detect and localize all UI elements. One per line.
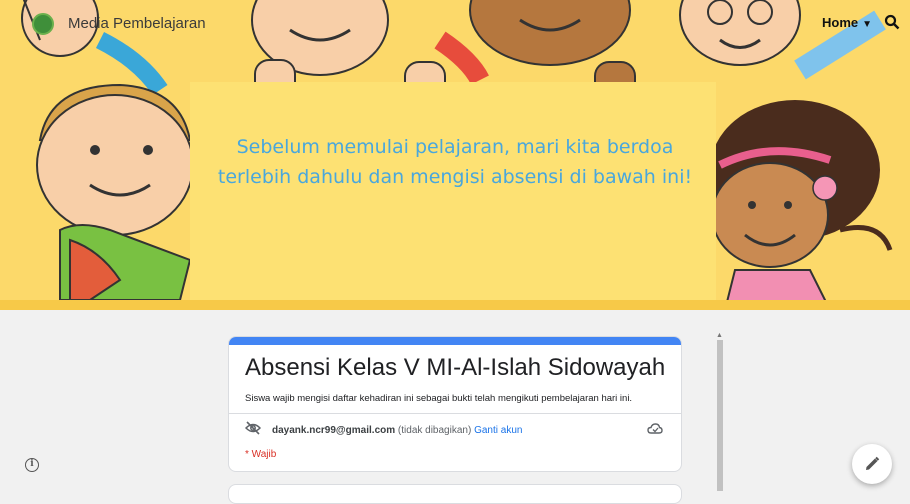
edit-pencil-icon <box>866 456 880 470</box>
scroll-up-arrow-icon[interactable]: ▲ <box>716 332 723 339</box>
message-panel <box>190 82 716 304</box>
cloud-save-icon <box>647 423 663 434</box>
nav-home-menu[interactable]: Home ▼ <box>822 15 872 30</box>
required-note: * Wajib <box>245 449 277 460</box>
chevron-down-icon: ▼ <box>862 19 873 30</box>
nav-home-label: Home <box>822 15 859 30</box>
form-description: Siswa wajib mengisi daftar kehadiran ini… <box>245 393 633 404</box>
kid-right-girl <box>681 100 893 310</box>
form-title: Absensi Kelas V MI-Al-Islah Sidowayah <box>245 354 666 381</box>
account-line: dayank.ncr99@gmail.com (tidak dibagikan)… <box>272 425 522 436</box>
account-email: dayank.ncr99@gmail.com <box>272 425 396 436</box>
top-navigation: Media Pembelajaran Home ▼ <box>0 0 910 44</box>
next-question-card <box>228 484 682 504</box>
kid-left-boy <box>36 83 212 301</box>
info-icon[interactable]: i <box>25 458 39 472</box>
header-banner: Sebelum memulai pelajaran, mari kita ber… <box>0 0 910 310</box>
edit-button[interactable] <box>852 444 892 484</box>
banner-bottom-strip <box>0 300 910 310</box>
form-accent-bar <box>229 337 681 345</box>
search-icon[interactable] <box>884 14 900 30</box>
divider <box>229 413 681 414</box>
school-logo-icon[interactable] <box>32 13 54 35</box>
switch-account-link[interactable]: Ganti akun <box>474 425 522 436</box>
not-shared-eye-icon <box>245 421 261 435</box>
scrollbar-thumb[interactable] <box>717 340 723 491</box>
banner-message: Sebelum memulai pelajaran, mari kita ber… <box>217 136 693 188</box>
account-note: (tidak dibagikan) <box>397 425 472 436</box>
form-header-card: Absensi Kelas V MI-Al-Islah Sidowayah Si… <box>228 336 682 472</box>
site-title[interactable]: Media Pembelajaran <box>68 15 206 32</box>
scrollbar[interactable]: ▲ <box>716 332 724 491</box>
